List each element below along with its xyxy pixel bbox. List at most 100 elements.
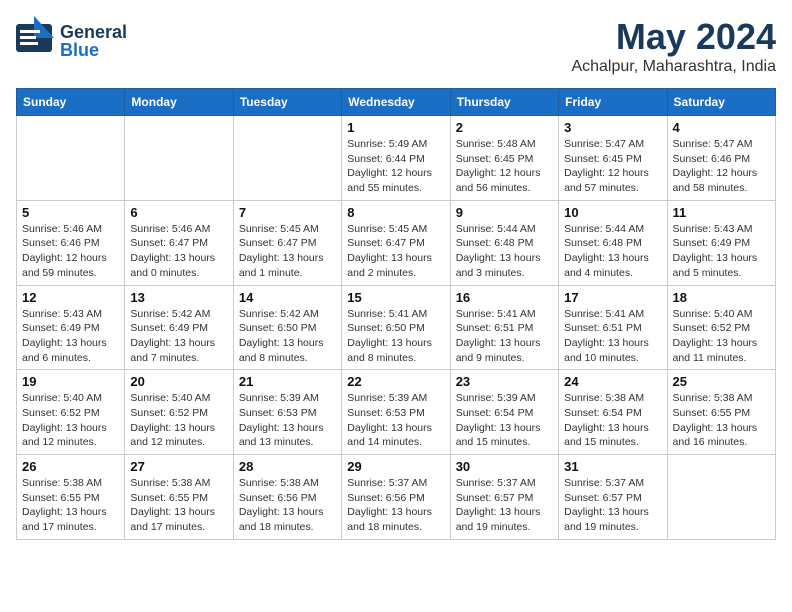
day-number: 3 — [564, 120, 661, 135]
day-info: Sunrise: 5:44 AMSunset: 6:48 PMDaylight:… — [564, 222, 661, 281]
day-number: 28 — [239, 459, 336, 474]
day-info: Sunrise: 5:49 AMSunset: 6:44 PMDaylight:… — [347, 137, 444, 196]
calendar-cell: 30Sunrise: 5:37 AMSunset: 6:57 PMDayligh… — [450, 455, 558, 540]
day-info: Sunrise: 5:41 AMSunset: 6:51 PMDaylight:… — [456, 307, 553, 366]
day-info: Sunrise: 5:38 AMSunset: 6:55 PMDaylight:… — [673, 391, 770, 450]
title-block: May 2024 Achalpur, Maharashtra, India — [571, 16, 776, 76]
calendar-cell: 12 Sunrise: 5:43 AMSunset: 6:49 PMDayligh… — [17, 285, 125, 370]
logo-general-text: General — [60, 23, 127, 41]
calendar-week-5: 26 Sunrise: 5:38 AMSunset: 6:55 PMDayligh… — [17, 455, 776, 540]
calendar-cell — [17, 116, 125, 201]
calendar-cell: 16 Sunrise: 5:41 AMSunset: 6:51 PMDayligh… — [450, 285, 558, 370]
day-info: Sunrise: 5:37 AMSunset: 6:56 PMDaylight:… — [347, 476, 444, 535]
calendar-header-tuesday: Tuesday — [233, 89, 341, 116]
day-number: 30 — [456, 459, 553, 474]
calendar-week-1: 1 Sunrise: 5:49 AMSunset: 6:44 PMDaylight… — [17, 116, 776, 201]
day-info: Sunrise: 5:38 AMSunset: 6:55 PMDaylight:… — [130, 476, 227, 535]
day-number: 14 — [239, 290, 336, 305]
calendar-cell: 18 Sunrise: 5:40 AMSunset: 6:52 PMDayligh… — [667, 285, 775, 370]
day-number: 16 — [456, 290, 553, 305]
calendar-header-sunday: Sunday — [17, 89, 125, 116]
calendar-header-friday: Friday — [559, 89, 667, 116]
day-info: Sunrise: 5:37 AMSunset: 6:57 PMDaylight:… — [564, 476, 661, 535]
calendar-title: May 2024 — [571, 16, 776, 58]
day-info: Sunrise: 5:39 AMSunset: 6:54 PMDaylight:… — [456, 391, 553, 450]
day-info: Sunrise: 5:40 AMSunset: 6:52 PMDaylight:… — [130, 391, 227, 450]
day-info: Sunrise: 5:45 AMSunset: 6:47 PMDaylight:… — [239, 222, 336, 281]
day-number: 1 — [347, 120, 444, 135]
calendar-header-wednesday: Wednesday — [342, 89, 450, 116]
day-info: Sunrise: 5:40 AMSunset: 6:52 PMDaylight:… — [22, 391, 119, 450]
day-number: 10 — [564, 205, 661, 220]
calendar-cell: 2 Sunrise: 5:48 AMSunset: 6:45 PMDaylight… — [450, 116, 558, 201]
day-number: 2 — [456, 120, 553, 135]
day-info: Sunrise: 5:46 AMSunset: 6:46 PMDaylight:… — [22, 222, 119, 281]
day-number: 4 — [673, 120, 770, 135]
calendar-cell: 31 Sunrise: 5:37 AMSunset: 6:57 PMDayligh… — [559, 455, 667, 540]
day-info: Sunrise: 5:40 AMSunset: 6:52 PMDaylight:… — [673, 307, 770, 366]
calendar-header-thursday: Thursday — [450, 89, 558, 116]
calendar-location: Achalpur, Maharashtra, India — [571, 58, 776, 76]
day-info: Sunrise: 5:44 AMSunset: 6:48 PMDaylight:… — [456, 222, 553, 281]
calendar-cell: 21 Sunrise: 5:39 AMSunset: 6:53 PMDayligh… — [233, 370, 341, 455]
calendar-cell: 19Sunrise: 5:40 AMSunset: 6:52 PMDayligh… — [17, 370, 125, 455]
day-number: 31 — [564, 459, 661, 474]
calendar-week-4: 19Sunrise: 5:40 AMSunset: 6:52 PMDayligh… — [17, 370, 776, 455]
calendar-week-3: 12 Sunrise: 5:43 AMSunset: 6:49 PMDayligh… — [17, 285, 776, 370]
calendar-cell: 14Sunrise: 5:42 AMSunset: 6:50 PMDayligh… — [233, 285, 341, 370]
calendar-cell — [233, 116, 341, 201]
day-number: 20 — [130, 374, 227, 389]
day-number: 22 — [347, 374, 444, 389]
day-info: Sunrise: 5:38 AMSunset: 6:56 PMDaylight:… — [239, 476, 336, 535]
day-number: 25 — [673, 374, 770, 389]
day-info: Sunrise: 5:42 AMSunset: 6:49 PMDaylight:… — [130, 307, 227, 366]
calendar-cell: 3Sunrise: 5:47 AMSunset: 6:45 PMDaylight… — [559, 116, 667, 201]
calendar-cell: 23Sunrise: 5:39 AMSunset: 6:54 PMDayligh… — [450, 370, 558, 455]
calendar-header-saturday: Saturday — [667, 89, 775, 116]
day-number: 8 — [347, 205, 444, 220]
calendar-cell: 26 Sunrise: 5:38 AMSunset: 6:55 PMDayligh… — [17, 455, 125, 540]
logo-wordmark: General Blue — [60, 23, 127, 59]
calendar-week-2: 5 Sunrise: 5:46 AMSunset: 6:46 PMDaylight… — [17, 200, 776, 285]
logo-icon — [16, 16, 54, 65]
day-info: Sunrise: 5:38 AMSunset: 6:55 PMDaylight:… — [22, 476, 119, 535]
day-number: 6 — [130, 205, 227, 220]
day-info: Sunrise: 5:47 AMSunset: 6:46 PMDaylight:… — [673, 137, 770, 196]
day-number: 13 — [130, 290, 227, 305]
calendar-cell: 7 Sunrise: 5:45 AMSunset: 6:47 PMDaylight… — [233, 200, 341, 285]
calendar-cell: 4 Sunrise: 5:47 AMSunset: 6:46 PMDaylight… — [667, 116, 775, 201]
calendar-cell — [125, 116, 233, 201]
day-number: 18 — [673, 290, 770, 305]
day-info: Sunrise: 5:43 AMSunset: 6:49 PMDaylight:… — [673, 222, 770, 281]
calendar-cell: 27Sunrise: 5:38 AMSunset: 6:55 PMDayligh… — [125, 455, 233, 540]
calendar-table: SundayMondayTuesdayWednesdayThursdayFrid… — [16, 88, 776, 540]
calendar-cell: 6 Sunrise: 5:46 AMSunset: 6:47 PMDaylight… — [125, 200, 233, 285]
calendar-cell: 24Sunrise: 5:38 AMSunset: 6:54 PMDayligh… — [559, 370, 667, 455]
day-number: 12 — [22, 290, 119, 305]
day-number: 26 — [22, 459, 119, 474]
day-number: 7 — [239, 205, 336, 220]
day-number: 29 — [347, 459, 444, 474]
calendar-cell: 25 Sunrise: 5:38 AMSunset: 6:55 PMDayligh… — [667, 370, 775, 455]
day-info: Sunrise: 5:43 AMSunset: 6:49 PMDaylight:… — [22, 307, 119, 366]
day-info: Sunrise: 5:41 AMSunset: 6:51 PMDaylight:… — [564, 307, 661, 366]
calendar-cell: 8 Sunrise: 5:45 AMSunset: 6:47 PMDaylight… — [342, 200, 450, 285]
day-number: 17 — [564, 290, 661, 305]
calendar-cell: 22Sunrise: 5:39 AMSunset: 6:53 PMDayligh… — [342, 370, 450, 455]
day-info: Sunrise: 5:39 AMSunset: 6:53 PMDaylight:… — [239, 391, 336, 450]
calendar-cell: 15Sunrise: 5:41 AMSunset: 6:50 PMDayligh… — [342, 285, 450, 370]
calendar-cell: 29 Sunrise: 5:37 AMSunset: 6:56 PMDayligh… — [342, 455, 450, 540]
day-number: 9 — [456, 205, 553, 220]
calendar-cell: 1 Sunrise: 5:49 AMSunset: 6:44 PMDaylight… — [342, 116, 450, 201]
page-header: General Blue May 2024 Achalpur, Maharash… — [16, 16, 776, 76]
day-info: Sunrise: 5:46 AMSunset: 6:47 PMDaylight:… — [130, 222, 227, 281]
day-number: 15 — [347, 290, 444, 305]
calendar-header-monday: Monday — [125, 89, 233, 116]
day-info: Sunrise: 5:48 AMSunset: 6:45 PMDaylight:… — [456, 137, 553, 196]
day-number: 5 — [22, 205, 119, 220]
calendar-cell: 28 Sunrise: 5:38 AMSunset: 6:56 PMDayligh… — [233, 455, 341, 540]
day-info: Sunrise: 5:45 AMSunset: 6:47 PMDaylight:… — [347, 222, 444, 281]
calendar-cell: 20 Sunrise: 5:40 AMSunset: 6:52 PMDayligh… — [125, 370, 233, 455]
logo-blue-text: Blue — [60, 41, 127, 59]
day-number: 21 — [239, 374, 336, 389]
